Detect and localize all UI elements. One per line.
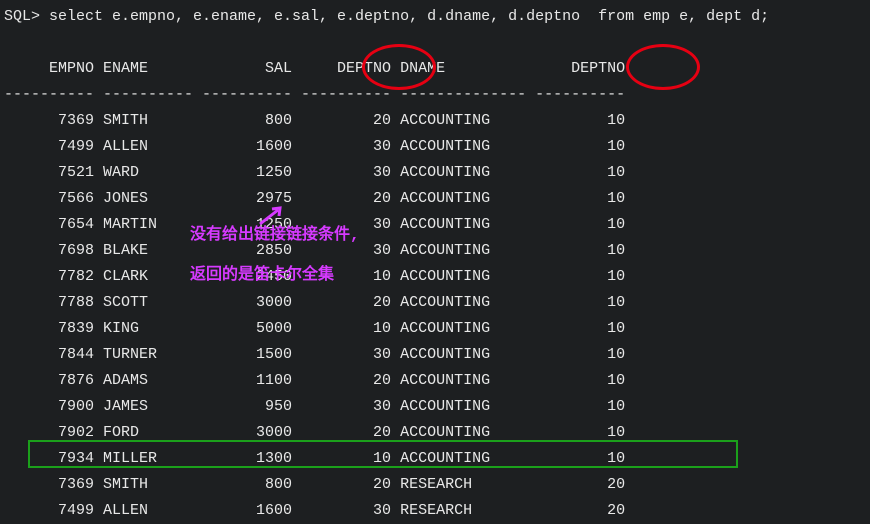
table-row: 7369 SMITH 800 20 ACCOUNTING 10: [4, 108, 870, 134]
blank-line: [4, 30, 870, 56]
table-row: 7844 TURNER 1500 30 ACCOUNTING 10: [4, 342, 870, 368]
table-row: 7654 MARTIN 1250 30 ACCOUNTING 10: [4, 212, 870, 238]
table-row: 7876 ADAMS 1100 20 ACCOUNTING 10: [4, 368, 870, 394]
table-row: 7839 KING 5000 10 ACCOUNTING 10: [4, 316, 870, 342]
table-row: 7369 SMITH 800 20 RESEARCH 20: [4, 472, 870, 498]
table-row: 7902 FORD 3000 20 ACCOUNTING 10: [4, 420, 870, 446]
table-body: 7369 SMITH 800 20 ACCOUNTING 10 7499 ALL…: [4, 108, 870, 524]
table-row: 7499 ALLEN 1600 30 RESEARCH 20: [4, 498, 870, 524]
table-row: 7788 SCOTT 3000 20 ACCOUNTING 10: [4, 290, 870, 316]
table-header: EMPNO ENAME SAL DEPTNO DNAME DEPTNO: [4, 56, 870, 82]
sql-prompt-line: SQL> select e.empno, e.ename, e.sal, e.d…: [4, 4, 870, 30]
table-row: 7698 BLAKE 2850 30 ACCOUNTING 10: [4, 238, 870, 264]
table-row: 7900 JAMES 950 30 ACCOUNTING 10: [4, 394, 870, 420]
table-row: 7566 JONES 2975 20 ACCOUNTING 10: [4, 186, 870, 212]
table-row: 7934 MILLER 1300 10 ACCOUNTING 10: [4, 446, 870, 472]
table-row: 7782 CLARK 2450 10 ACCOUNTING 10: [4, 264, 870, 290]
table-divider: ---------- ---------- ---------- -------…: [4, 82, 870, 108]
table-row: 7521 WARD 1250 30 ACCOUNTING 10: [4, 160, 870, 186]
table-row: 7499 ALLEN 1600 30 ACCOUNTING 10: [4, 134, 870, 160]
